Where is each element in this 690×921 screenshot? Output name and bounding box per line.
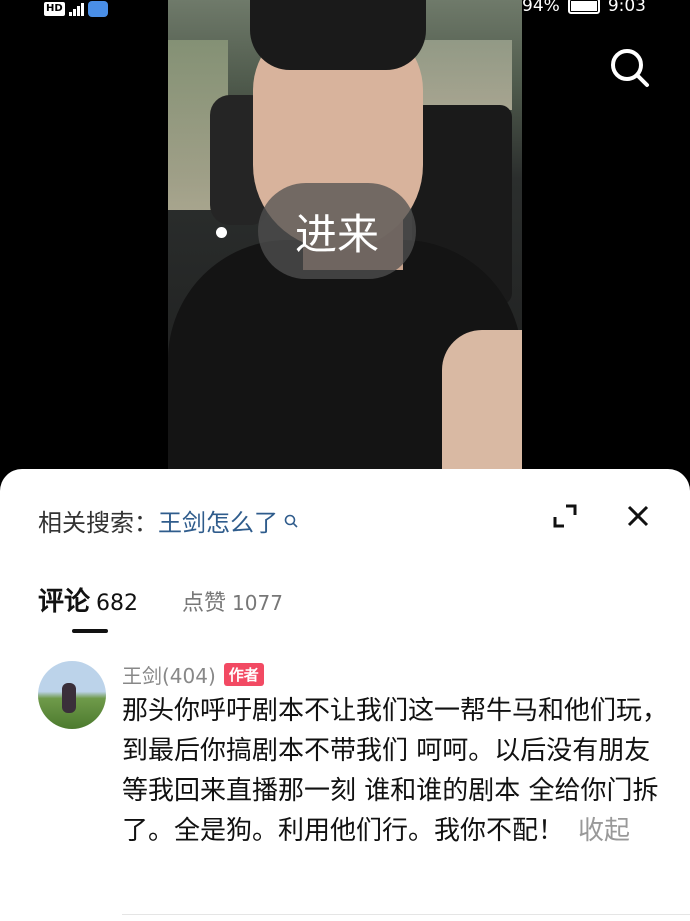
app-status-icon	[87, 1, 108, 17]
enter-live-label: 进来	[294, 209, 379, 259]
tab-likes[interactable]: 点赞 1077	[182, 585, 283, 617]
related-search-keyword[interactable]: 王剑怎么了	[158, 503, 278, 538]
hd-badge: HD	[44, 2, 65, 16]
comment-text: 那头你呼吁剧本不让我们这一帮牛马和他们玩， 到最后你搞剧本不带我们 呵呵。以后没…	[122, 691, 668, 851]
comments-sheet: 相关搜索： 王剑怎么了 评论 682 点赞 1077 王剑(404) 作者 那头…	[0, 469, 690, 921]
expand-icon[interactable]	[552, 503, 578, 529]
enter-live-button[interactable]: 进来	[258, 183, 416, 279]
tab-comments-count: 682	[96, 591, 139, 616]
tab-likes-count: 1077	[232, 591, 283, 615]
battery-percent: 94%	[522, 0, 560, 16]
comment-divider	[122, 914, 690, 915]
related-search[interactable]: 相关搜索： 王剑怎么了	[38, 503, 298, 538]
comment-tabs: 评论 682 点赞 1077	[38, 581, 283, 618]
tab-comments[interactable]: 评论 682	[38, 581, 138, 618]
battery-icon	[567, 0, 600, 14]
comment-body: 王剑(404) 作者 那头你呼吁剧本不让我们这一帮牛马和他们玩， 到最后你搞剧本…	[122, 661, 678, 851]
active-tab-indicator	[72, 629, 108, 633]
author-badge: 作者	[223, 662, 264, 686]
avatar[interactable]	[38, 661, 106, 729]
clock: 9:03	[607, 0, 646, 16]
comment-author[interactable]: 王剑(404)	[122, 660, 216, 689]
live-dot-indicator	[216, 227, 227, 238]
avatar-figure	[62, 683, 76, 713]
collapse-link[interactable]: 收起	[578, 816, 630, 846]
person-arm	[442, 330, 522, 470]
tab-likes-label: 点赞	[182, 591, 227, 616]
comment-author-row: 王剑(404) 作者	[122, 660, 678, 689]
close-icon[interactable]	[624, 502, 652, 530]
small-search-icon	[284, 514, 298, 528]
status-left: HD	[44, 0, 108, 18]
related-search-label: 相关搜索：	[38, 509, 158, 537]
signal-icon	[68, 2, 84, 16]
person-hair	[250, 0, 426, 70]
search-icon[interactable]	[608, 46, 652, 90]
tab-comments-label: 评论	[38, 587, 91, 617]
